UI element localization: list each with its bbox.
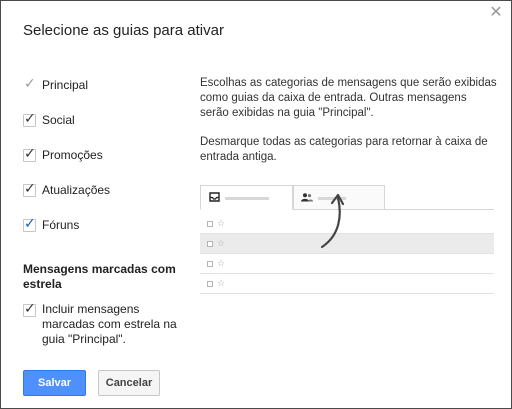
star-icon: ☆ [217,238,226,248]
tab-option-label[interactable]: Social [42,113,75,127]
description-paragraph: Desmarque todas as categorias para retor… [200,136,488,163]
principal-checkbox: ✓ [23,75,36,92]
inbox-icon [209,192,220,202]
preview-row: ☆ [200,274,494,294]
tabs-checklist: ✓ Principal ✓ Social ✓ Promoções ✓ Atual… [23,75,110,252]
atualizacoes-checkbox[interactable]: ✓ [23,180,36,197]
preview-tab-primary [200,185,293,210]
check-icon: ✓ [24,144,36,161]
save-button[interactable]: Salvar [23,370,86,396]
inbox-preview-illustration: ☆ ☆ ☆ ☆ [200,185,494,309]
tab-option-foruns[interactable]: ✓ Fóruns [23,215,110,233]
dialog-title: Selecione as guias para ativar [23,22,224,39]
star-icon: ☆ [217,258,226,268]
check-icon: ✓ [24,74,36,91]
tab-option-label: Principal [42,78,89,92]
star-icon: ☆ [217,218,226,228]
row-checkbox [207,280,213,287]
starred-option-label[interactable]: Incluir mensagens marcadas com estrela n… [42,302,182,347]
star-icon: ☆ [217,278,226,288]
foruns-checkbox[interactable]: ✓ [23,215,36,232]
row-checkbox [207,260,213,267]
starred-include-option[interactable]: ✓ Incluir mensagens marcadas com estrela… [23,300,182,347]
tab-option-label[interactable]: Fóruns [42,218,79,232]
description: Escolhas as categorias de mensagens que … [200,76,498,179]
preview-row: ☆ [200,254,494,274]
tab-option-label[interactable]: Atualizações [42,183,110,197]
check-icon: ✓ [24,179,36,196]
social-checkbox[interactable]: ✓ [23,110,36,127]
starred-checkbox[interactable]: ✓ [23,300,36,317]
check-icon: ✓ [24,300,36,316]
tab-option-social[interactable]: ✓ Social [23,110,110,128]
cancel-button[interactable]: Cancelar [98,370,160,396]
close-icon[interactable]: ✕ [489,5,503,21]
tab-option-principal: ✓ Principal [23,75,110,93]
curved-arrow-icon [320,193,345,249]
tab-option-atualizacoes[interactable]: ✓ Atualizações [23,180,110,198]
description-paragraph: Escolhas as categorias de mensagens que … [200,77,497,119]
tab-option-label[interactable]: Promoções [42,148,103,162]
check-icon: ✓ [24,109,36,126]
tab-placeholder-bar [225,197,269,200]
starred-section-title: Mensagens marcadas com estrela [23,262,176,291]
row-checkbox [207,240,213,247]
check-icon: ✓ [24,214,36,231]
tabs-dialog: ✕ Selecione as guias para ativar ✓ Princ… [0,0,512,409]
tab-option-promocoes[interactable]: ✓ Promoções [23,145,110,163]
promocoes-checkbox[interactable]: ✓ [23,145,36,162]
row-checkbox [207,220,213,227]
